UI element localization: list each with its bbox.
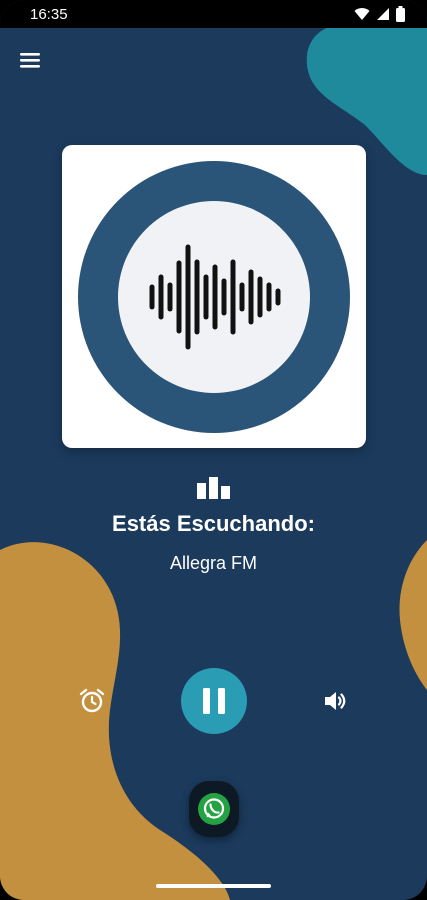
station-artwork [62, 145, 366, 448]
status-bar: 16:35 [0, 0, 427, 28]
status-time: 16:35 [30, 5, 68, 23]
whatsapp-button[interactable] [189, 781, 239, 837]
signal-icon [377, 8, 389, 20]
station-name: Allegra FM [169, 553, 258, 573]
now-listening-label: Estás Escuchando: [112, 511, 315, 536]
battery-icon [396, 6, 405, 22]
volume-icon[interactable] [322, 688, 348, 714]
station-logo [78, 160, 350, 433]
status-icons [354, 6, 405, 22]
wifi-icon [354, 8, 370, 20]
alarm-clock-icon[interactable] [78, 687, 106, 715]
pause-icon [203, 688, 225, 714]
equalizer-icon [197, 477, 230, 499]
hamburger-menu-icon[interactable] [18, 50, 44, 72]
home-indicator[interactable] [156, 884, 271, 888]
app-screen: 16:35 Estás Escuchando: Allegra FM [0, 0, 427, 900]
play-pause-button[interactable] [181, 668, 247, 734]
whatsapp-icon [198, 793, 230, 825]
